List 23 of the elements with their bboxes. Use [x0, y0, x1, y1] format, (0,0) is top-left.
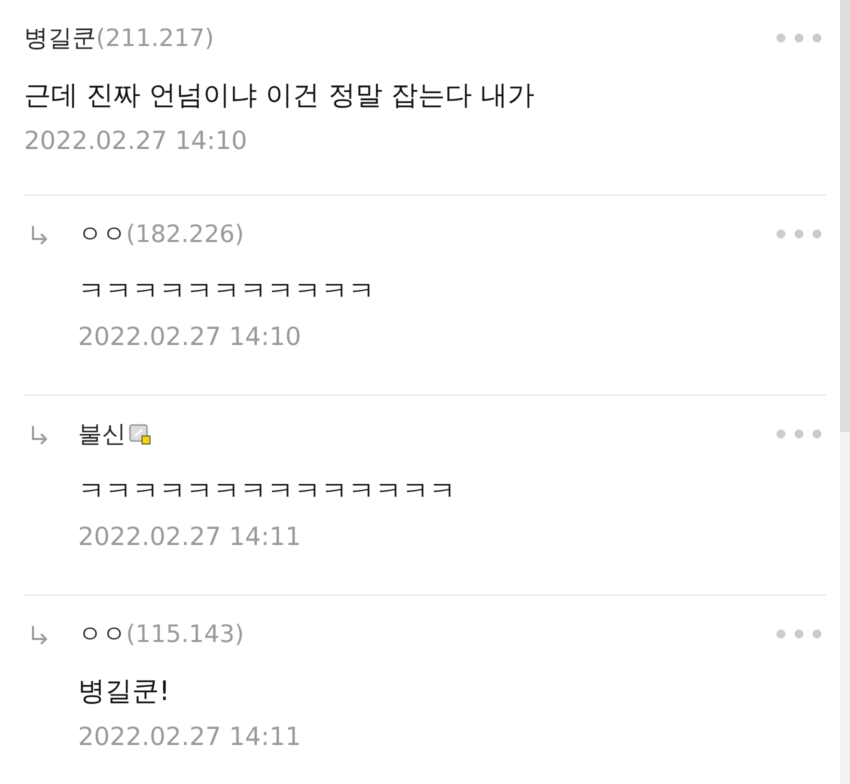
comment-author[interactable]: ㅇㅇ	[78, 218, 126, 250]
scrollbar[interactable]	[840, 0, 850, 784]
comment-text: ㅋㅋㅋㅋㅋㅋㅋㅋㅋㅋㅋㅋㅋㅋ	[78, 475, 457, 508]
comment-time: 2022.02.27 14:11	[78, 722, 302, 752]
comment-time: 2022.02.27 14:10	[78, 322, 302, 352]
comment-time: 2022.02.27 14:10	[24, 126, 248, 156]
comment-text: 근데 진짜 언넘이냐 이건 정말 잡는다 내가	[24, 79, 536, 112]
ip-address: (115.143)	[126, 620, 244, 648]
ip-address: (211.217)	[96, 24, 214, 52]
comment-text: 병길쿤!	[78, 675, 171, 708]
reply-arrow-icon	[30, 224, 48, 246]
more-icon[interactable]	[776, 429, 822, 439]
reply-arrow-icon	[30, 424, 48, 446]
more-icon[interactable]	[776, 229, 822, 239]
comment-time: 2022.02.27 14:11	[78, 522, 302, 552]
comment-author[interactable]: ㅇㅇ	[78, 618, 126, 650]
more-icon[interactable]	[776, 33, 822, 43]
ip-address: (182.226)	[126, 220, 244, 248]
more-icon[interactable]	[776, 629, 822, 639]
comment-author[interactable]: 병길쿤	[24, 22, 96, 54]
comment-text: ㅋㅋㅋㅋㅋㅋㅋㅋㅋㅋㅋ	[78, 275, 376, 308]
comment-author[interactable]: 불신	[78, 418, 126, 450]
reply-arrow-icon	[30, 624, 48, 646]
